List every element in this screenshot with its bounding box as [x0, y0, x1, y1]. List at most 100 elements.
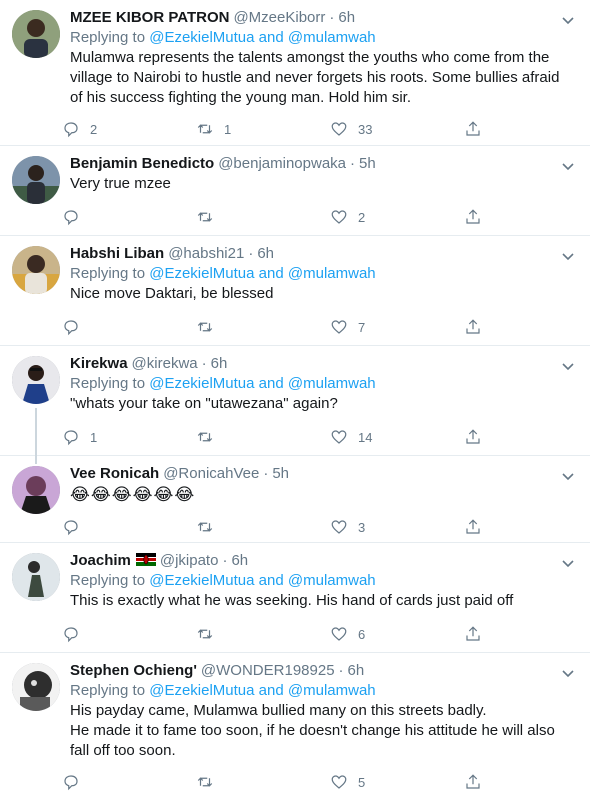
mention-link[interactable]: @EzekielMutua — [149, 682, 254, 699]
display-name[interactable]: Stephen Ochieng' — [70, 662, 197, 679]
tweet-text: 😂😂😂😂😂😂 — [70, 485, 196, 504]
tweet[interactable]: Joachim @jkipato · 6h Replying to @EzekielM… — [0, 543, 590, 653]
share-button[interactable] — [464, 428, 492, 446]
timestamp[interactable]: 6h — [211, 355, 228, 372]
user-handle[interactable]: @benjaminopwaka — [218, 155, 346, 172]
avatar[interactable] — [12, 356, 60, 404]
action-bar: 6 — [62, 617, 574, 651]
reply-icon — [64, 122, 78, 138]
reply-button[interactable] — [62, 208, 196, 226]
mention-link[interactable]: @mulamwah — [288, 682, 376, 699]
user-handle[interactable]: @jkipato — [160, 552, 219, 569]
avatar[interactable] — [12, 156, 60, 204]
like-button[interactable]: 2 — [330, 208, 464, 226]
caret-down-icon[interactable] — [560, 555, 576, 571]
like-button[interactable]: 7 — [330, 318, 464, 336]
reply-button[interactable] — [62, 518, 196, 536]
like-button[interactable]: 33 — [330, 120, 464, 138]
avatar[interactable] — [12, 10, 60, 58]
caret-down-icon[interactable] — [560, 12, 576, 28]
user-handle[interactable]: @WONDER198925 — [201, 662, 335, 679]
caret-down-icon[interactable] — [560, 158, 576, 174]
timestamp[interactable]: 5h — [359, 155, 376, 172]
display-name[interactable]: Benjamin Benedicto — [70, 155, 214, 172]
action-bar: 5 — [62, 765, 574, 799]
like-button[interactable]: 14 — [330, 428, 464, 446]
avatar[interactable] — [12, 663, 60, 711]
retweet-button[interactable] — [196, 625, 330, 643]
tweet-header: Vee Ronicah @RonicahVee · 5h — [70, 465, 290, 482]
reply-button[interactable] — [62, 318, 196, 336]
avatar[interactable] — [12, 246, 60, 294]
tweet[interactable]: Stephen Ochieng' @WONDER198925 · 6h Replyin… — [0, 653, 590, 799]
tweet-header: Benjamin Benedicto @benjaminopwaka · 5h — [70, 155, 376, 172]
share-button[interactable] — [464, 773, 492, 791]
mention-link[interactable]: @EzekielMutua — [149, 572, 254, 589]
reply-icon — [64, 430, 78, 446]
reply-icon — [64, 627, 78, 643]
display-name[interactable]: Vee Ronicah — [70, 465, 159, 482]
reply-button[interactable]: 2 — [62, 120, 196, 138]
share-icon — [466, 121, 480, 136]
retweet-button[interactable] — [196, 428, 330, 446]
share-button[interactable] — [464, 208, 492, 226]
timestamp[interactable]: 6h — [348, 662, 365, 679]
mention-link[interactable]: @mulamwah — [288, 29, 376, 46]
caret-down-icon[interactable] — [560, 358, 576, 374]
reply-icon — [64, 520, 78, 536]
tweet[interactable]: MZEE KIBOR PATRON @MzeeKiborr · 6h Replying… — [0, 0, 590, 146]
like-button[interactable]: 6 — [330, 625, 464, 643]
replying-to: Replying to @EzekielMutua and @mulamwah — [70, 29, 376, 46]
caret-down-icon[interactable] — [560, 248, 576, 264]
display-name[interactable]: Habshi Liban — [70, 245, 164, 262]
retweet-button[interactable] — [196, 208, 330, 226]
mention-link[interactable]: @mulamwah — [288, 375, 376, 392]
like-icon — [331, 122, 347, 136]
tweet-header: MZEE KIBOR PATRON @MzeeKiborr · 6h — [70, 9, 356, 26]
reply-button[interactable] — [62, 773, 196, 791]
share-button[interactable] — [464, 318, 492, 336]
display-name[interactable]: Joachim — [70, 552, 131, 569]
mention-link[interactable]: @mulamwah — [288, 265, 376, 282]
like-button[interactable]: 5 — [330, 773, 464, 791]
mention-link[interactable]: @EzekielMutua — [149, 375, 254, 392]
share-button[interactable] — [464, 625, 492, 643]
tweet-header: Joachim @jkipato · 6h — [70, 552, 249, 569]
like-icon — [331, 775, 347, 789]
user-handle[interactable]: @habshi21 — [168, 245, 244, 262]
caret-down-icon[interactable] — [560, 665, 576, 681]
user-handle[interactable]: @RonicahVee — [163, 465, 259, 482]
retweet-button[interactable]: 1 — [196, 120, 330, 138]
display-name[interactable]: Kirekwa — [70, 355, 128, 372]
timestamp[interactable]: 6h — [338, 9, 355, 26]
share-icon — [466, 209, 480, 224]
share-button[interactable] — [464, 518, 492, 536]
display-name[interactable]: MZEE KIBOR PATRON — [70, 9, 229, 26]
avatar[interactable] — [12, 553, 60, 601]
tweet[interactable]: Vee Ronicah @RonicahVee · 5h 😂😂😂😂😂😂 3 — [0, 456, 590, 543]
tweet[interactable]: Habshi Liban @habshi21 · 6h Replying to @Ez… — [0, 236, 590, 346]
like-icon — [331, 520, 347, 534]
retweet-button[interactable] — [196, 518, 330, 536]
retweet-button[interactable] — [196, 773, 330, 791]
thread-line — [35, 456, 37, 464]
timestamp[interactable]: 6h — [231, 552, 248, 569]
share-icon — [466, 519, 480, 534]
avatar[interactable] — [12, 466, 60, 514]
like-button[interactable]: 3 — [330, 518, 464, 536]
share-button[interactable] — [464, 120, 492, 138]
reply-button[interactable]: 1 — [62, 428, 196, 446]
user-handle[interactable]: @MzeeKiborr — [233, 9, 325, 26]
mention-link[interactable]: @EzekielMutua — [149, 29, 254, 46]
mention-link[interactable]: @mulamwah — [288, 572, 376, 589]
caret-down-icon[interactable] — [560, 468, 576, 484]
tweet[interactable]: Benjamin Benedicto @benjaminopwaka · 5h Ver… — [0, 146, 590, 236]
user-handle[interactable]: @kirekwa — [132, 355, 198, 372]
tweet[interactable]: Kirekwa @kirekwa · 6h Replying to @EzekielM… — [0, 346, 590, 456]
reply-button[interactable] — [62, 625, 196, 643]
kenya-flag-icon — [135, 553, 156, 566]
timestamp[interactable]: 6h — [257, 245, 274, 262]
mention-link[interactable]: @EzekielMutua — [149, 265, 254, 282]
retweet-button[interactable] — [196, 318, 330, 336]
timestamp[interactable]: 5h — [272, 465, 289, 482]
